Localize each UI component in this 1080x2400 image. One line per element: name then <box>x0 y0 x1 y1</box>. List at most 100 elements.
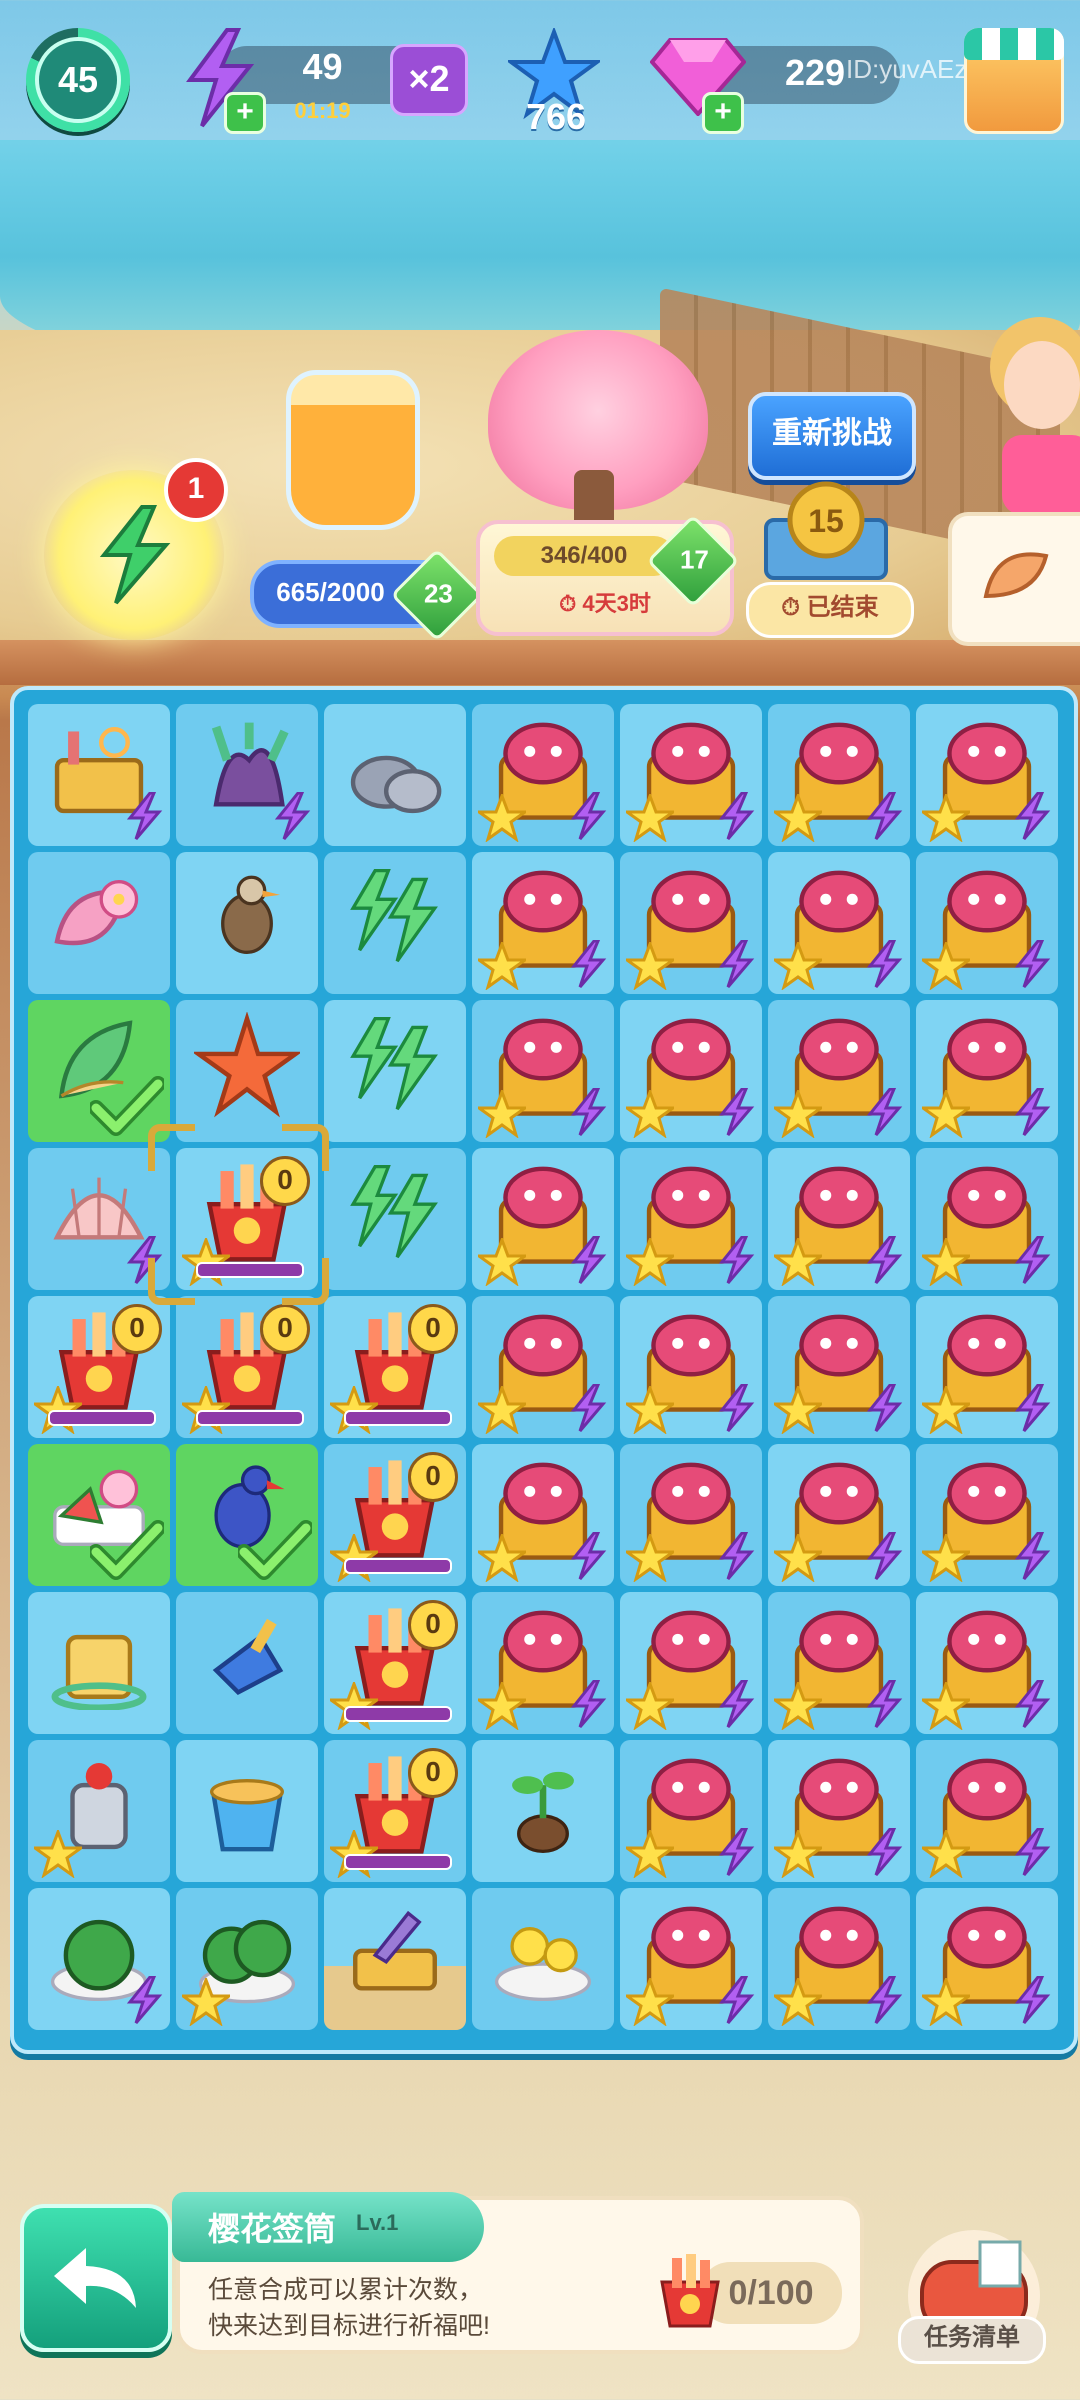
energy-multiplier-button[interactable]: ×2 <box>390 44 468 116</box>
board-cell-juicer[interactable] <box>28 1740 170 1882</box>
board-cell-coral[interactable] <box>176 704 318 846</box>
board-cell-fortune[interactable]: 0 <box>176 1296 318 1438</box>
board-cell-chest[interactable] <box>916 704 1058 846</box>
board-cell-chest[interactable] <box>472 1444 614 1586</box>
shop-stall-button[interactable] <box>964 28 1064 134</box>
board-cell-basket[interactable] <box>28 704 170 846</box>
board-cell-starfish[interactable] <box>176 1000 318 1142</box>
energy-icon <box>350 868 438 963</box>
star-tag-icon <box>918 1827 974 1879</box>
checkmark-icon <box>88 1520 166 1582</box>
energy-tag-icon <box>568 939 608 988</box>
honey-jar-icon[interactable] <box>286 370 420 530</box>
sandcastle-icon <box>51 1634 147 1710</box>
board-cell-chest[interactable] <box>916 852 1058 994</box>
board-cell-chest[interactable] <box>768 1148 910 1290</box>
board-cell-energy[interactable] <box>324 1000 466 1142</box>
energy-value: 49 <box>302 46 343 87</box>
shell-event-card[interactable] <box>948 512 1080 646</box>
board-cell-chest[interactable] <box>620 1444 762 1586</box>
back-button[interactable] <box>20 2204 172 2352</box>
board-cell-chest[interactable] <box>768 704 910 846</box>
board-cell-chest[interactable] <box>916 1740 1058 1882</box>
board-cell-chest[interactable] <box>916 1444 1058 1586</box>
board-cell-chest[interactable] <box>620 1000 762 1142</box>
board-cell-chest[interactable] <box>916 1148 1058 1290</box>
board-cell-fortune[interactable]: 0 <box>324 1740 466 1882</box>
board-cell-seagull[interactable] <box>176 852 318 994</box>
star-tag-icon <box>178 1975 234 2027</box>
add-energy-plus-icon[interactable]: + <box>224 92 266 134</box>
board-cell-chest[interactable] <box>472 1000 614 1142</box>
star-tag-icon <box>770 1975 826 2027</box>
board-cell-chest[interactable] <box>620 1592 762 1734</box>
add-gems-plus-icon[interactable]: + <box>702 92 744 134</box>
merge-count-badge: 0 <box>112 1304 162 1354</box>
board-cell-chest[interactable] <box>620 1148 762 1290</box>
board-cell-chest[interactable] <box>768 1444 910 1586</box>
star-tag-icon <box>770 939 826 991</box>
fortune-stick-cup-icon <box>660 2254 720 2328</box>
board-cell-energy[interactable] <box>324 852 466 994</box>
merge-count-badge: 0 <box>408 1600 458 1650</box>
board-cell-melon-plate[interactable] <box>28 1888 170 2030</box>
board-cell-bird-done[interactable] <box>176 1444 318 1586</box>
board-cell-chest[interactable] <box>768 1888 910 2030</box>
board-cell-chest[interactable] <box>916 1000 1058 1142</box>
flower-plate-icon <box>494 1927 592 2002</box>
tree-progress-text: 346/400 <box>494 536 674 576</box>
energy-timer: 01:19 <box>294 98 351 123</box>
board-cell-rocks[interactable] <box>324 704 466 846</box>
board-cell-chest[interactable] <box>620 1740 762 1882</box>
board-cell-chest[interactable] <box>916 1592 1058 1734</box>
board-cell-chest[interactable] <box>620 704 762 846</box>
board-cell-chest[interactable] <box>472 1592 614 1734</box>
board-cell-shovel[interactable] <box>176 1592 318 1734</box>
board-cell-chest[interactable] <box>620 1296 762 1438</box>
board-cell-flower-plate[interactable] <box>472 1888 614 2030</box>
board-cell-fortune[interactable]: 0 <box>324 1444 466 1586</box>
board-cell-sandcastle[interactable] <box>28 1592 170 1734</box>
board-cell-sprout[interactable] <box>472 1740 614 1882</box>
star-tag-icon <box>474 939 530 991</box>
board-cell-chest[interactable] <box>472 704 614 846</box>
energy-tag-icon <box>124 1975 164 2024</box>
energy-tag-icon <box>716 1679 756 1728</box>
star-tag-icon <box>918 791 974 843</box>
board-cell-chest[interactable] <box>620 1888 762 2030</box>
retry-challenge-button[interactable]: 重新挑战 <box>748 392 916 480</box>
star-tag-icon <box>918 1383 974 1435</box>
girl-character-avatar[interactable] <box>962 285 1080 515</box>
energy-tag-icon <box>568 1531 608 1580</box>
board-cell-shell-flower[interactable] <box>28 852 170 994</box>
board-cell-chest[interactable] <box>916 1296 1058 1438</box>
board-cell-chest[interactable] <box>472 852 614 994</box>
board-cell-chest[interactable] <box>472 1148 614 1290</box>
coin-value: 15 <box>808 503 844 539</box>
star-tag-icon <box>622 1827 678 1879</box>
board-cell-chest[interactable] <box>620 852 762 994</box>
board-cell-chest[interactable] <box>768 1000 910 1142</box>
starfish-icon <box>194 1012 300 1118</box>
board-cell-conch-done[interactable] <box>28 1000 170 1142</box>
board-cell-chest[interactable] <box>472 1296 614 1438</box>
board-cell-chest[interactable] <box>768 1296 910 1438</box>
board-cell-fortune[interactable]: 0 <box>324 1296 466 1438</box>
player-level-badge[interactable]: 45 <box>26 28 130 132</box>
task-list-button[interactable]: 任务清单 <box>898 2316 1046 2364</box>
energy-tag-icon <box>864 1235 904 1284</box>
board-cell-melon-plate2[interactable] <box>176 1888 318 2030</box>
energy-tag-icon <box>1012 1679 1052 1728</box>
board-cell-chest[interactable] <box>768 1740 910 1882</box>
board-cell-sand-basket[interactable] <box>324 1888 466 2030</box>
board-cell-chest[interactable] <box>916 1888 1058 2030</box>
board-cell-fortune[interactable]: 0 <box>28 1296 170 1438</box>
board-cell-bucket[interactable] <box>176 1740 318 1882</box>
board-cell-watermelon-done[interactable] <box>28 1444 170 1586</box>
star-tag-icon <box>622 1679 678 1731</box>
board-cell-energy[interactable] <box>324 1148 466 1290</box>
board-cell-chest[interactable] <box>768 1592 910 1734</box>
board-cell-chest[interactable] <box>768 852 910 994</box>
checkmark-icon <box>236 1520 314 1582</box>
board-cell-fortune[interactable]: 0 <box>324 1592 466 1734</box>
